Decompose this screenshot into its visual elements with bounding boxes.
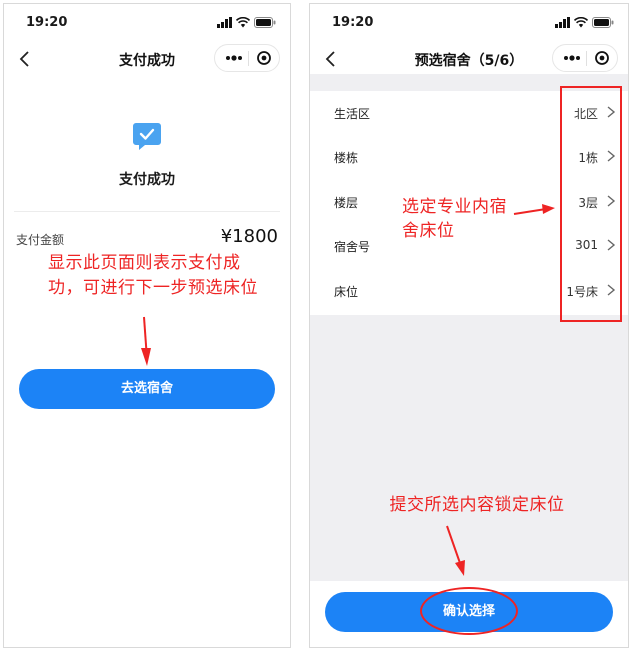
annotation-payment-success: 显示此页面则表示支付成功，可进行下一步预选床位 [48,253,258,298]
more-button[interactable] [559,45,585,71]
more-button[interactable] [221,45,247,71]
battery-icon [254,16,276,28]
target-icon [595,51,609,65]
annotation-select-bed: 选定专业内宿舍床位 [402,197,507,241]
divider [14,211,280,212]
annotation-highlight-ellipse [420,587,518,635]
status-icons [555,16,614,28]
battery-icon [592,16,614,28]
row-label: 楼层 [334,196,359,210]
target-icon [257,51,271,65]
annotation-submit: 提交所选内容锁定床位 [389,495,565,515]
mini-program-capsule [552,44,618,72]
close-mini-program-button[interactable] [589,45,615,71]
dorm-preselect-screen: 19:20 预选宿舍（5/6） 生活区 北区 楼栋 1栋 楼层 3层 宿舍号 3… [309,3,629,648]
wifi-icon [236,16,250,27]
amount-label: 支付金额 [16,233,65,247]
status-icons [217,16,276,28]
row-label: 床位 [334,285,359,299]
status-time: 19:20 [332,15,374,30]
select-dorm-button[interactable]: 去选宿舍 [19,369,275,409]
status-time: 19:20 [26,15,68,30]
capsule-divider [248,51,249,66]
more-dots-icon [226,55,242,61]
capsule-divider [586,51,587,66]
signal-icon [555,16,570,28]
mini-program-capsule [214,44,280,72]
annotation-arrow-down [141,316,151,366]
close-mini-program-button[interactable] [251,45,277,71]
nav-bar: 预选宿舍（5/6） [310,40,628,78]
success-message: 支付成功 [119,172,175,188]
signal-icon [217,16,232,28]
row-label: 楼栋 [334,151,359,165]
payment-success-screen: 19:20 支付成功 支付成功 支付金额 ¥1800 显示此页面则表示支付成功，… [3,3,291,648]
amount-value: ¥1800 [220,226,278,247]
annotation-highlight-box [560,86,622,322]
row-label: 生活区 [334,107,371,121]
more-dots-icon [564,55,580,61]
status-bar: 19:20 [310,4,628,40]
wifi-icon [574,16,588,27]
check-bubble-icon [133,123,161,150]
status-bar: 19:20 [4,4,290,40]
row-label: 宿舍号 [334,240,371,254]
nav-bar: 支付成功 [4,40,290,78]
